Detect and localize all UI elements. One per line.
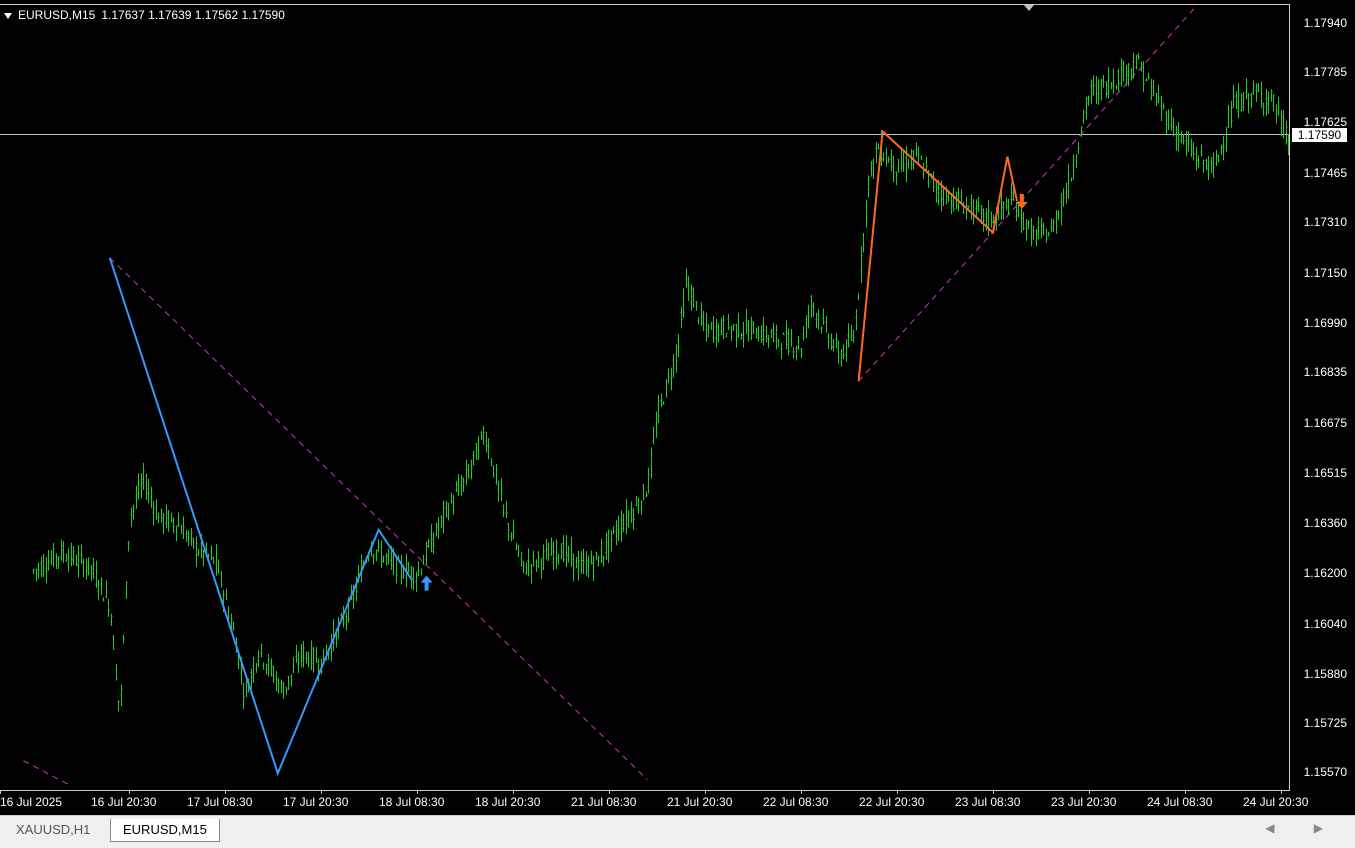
price-axis-label: 1.16835	[1303, 365, 1347, 380]
tab-xauusd-h1[interactable]: XAUUSD,H1	[4, 819, 102, 841]
time-axis-tick	[321, 790, 322, 794]
buy-arrow-icon	[420, 575, 433, 591]
time-axis-tick	[1281, 790, 1282, 794]
time-axis-label: 16 Jul 20:30	[91, 795, 157, 809]
price-axis-label: 1.16515	[1303, 466, 1347, 481]
time-axis-label: 18 Jul 20:30	[475, 795, 541, 809]
pattern-bearish	[857, 129, 1018, 382]
time-axis-tick	[513, 790, 514, 794]
price-axis-label: 1.15570	[1303, 765, 1347, 780]
price-axis-label: 1.16360	[1303, 515, 1347, 530]
time-axis-tick	[1185, 790, 1186, 794]
time-axis-label: 22 Jul 20:30	[859, 795, 925, 809]
pattern-bullish	[108, 257, 414, 777]
trendline-descending	[109, 257, 648, 781]
time-axis-tick	[0, 790, 1, 794]
time-axis-tick	[609, 790, 610, 794]
price-axis-label: 1.16200	[1303, 566, 1347, 581]
time-axis-tick	[993, 790, 994, 794]
time-axis-label: 24 Jul 20:30	[1243, 795, 1309, 809]
price-axis-label: 1.17785	[1303, 64, 1347, 79]
time-axis-tick	[897, 790, 898, 794]
price-axis-label: 1.16675	[1303, 415, 1347, 430]
trendline-ascending	[858, 7, 1195, 382]
price-axis-label: 1.15880	[1303, 667, 1347, 682]
price-axis-label: 1.17465	[1303, 166, 1347, 181]
price-axis-label: 1.17150	[1303, 265, 1347, 280]
time-axis-label: 22 Jul 08:30	[763, 795, 829, 809]
symbol-label: EURUSD,M15	[18, 8, 96, 22]
time-axis-label: 21 Jul 20:30	[667, 795, 733, 809]
time-axis-tick	[225, 790, 226, 794]
price-axis-label: 1.16040	[1303, 616, 1347, 631]
chart-header: EURUSD,M15 1.17637 1.17639 1.17562 1.1759…	[4, 8, 285, 22]
price-axis-label: 1.16990	[1303, 316, 1347, 331]
time-axis-label: 18 Jul 08:30	[379, 795, 445, 809]
time-axis-label: 24 Jul 08:30	[1147, 795, 1213, 809]
chart-window: EURUSD,M15 1.17637 1.17639 1.17562 1.1759…	[0, 0, 1355, 848]
price-axis-label: 1.17940	[1303, 15, 1347, 30]
time-axis-tick	[417, 790, 418, 794]
dropdown-triangle-icon[interactable]	[4, 12, 12, 19]
time-axis-tick	[1089, 790, 1090, 794]
time-axis-tick	[705, 790, 706, 794]
price-chart[interactable]	[0, 0, 1290, 790]
ohlc-values: 1.17637 1.17639 1.17562 1.17590	[101, 8, 285, 22]
price-axis-label: 1.15725	[1303, 716, 1347, 731]
time-axis-label: 17 Jul 20:30	[283, 795, 349, 809]
time-axis-tick	[801, 790, 802, 794]
sell-arrow-icon	[1015, 193, 1028, 209]
current-price-tag: 1.17590	[1292, 127, 1347, 142]
chart-tab-bar: XAUUSD,H1 EURUSD,M15 ◀ ▶	[0, 815, 1355, 848]
time-axis-label: 21 Jul 08:30	[571, 795, 637, 809]
tab-scroll-arrows-icon[interactable]: ◀ ▶	[1265, 821, 1341, 835]
time-axis-tick	[129, 790, 130, 794]
tab-eurusd-m15[interactable]: EURUSD,M15	[110, 819, 220, 842]
time-axis-label: 17 Jul 08:30	[187, 795, 253, 809]
time-axis-label: 23 Jul 20:30	[1051, 795, 1117, 809]
trendline-lower-left	[23, 760, 72, 787]
time-axis-label: 23 Jul 08:30	[955, 795, 1021, 809]
time-axis-label: 16 Jul 2025	[0, 795, 63, 809]
price-axis-label: 1.17310	[1303, 215, 1347, 230]
